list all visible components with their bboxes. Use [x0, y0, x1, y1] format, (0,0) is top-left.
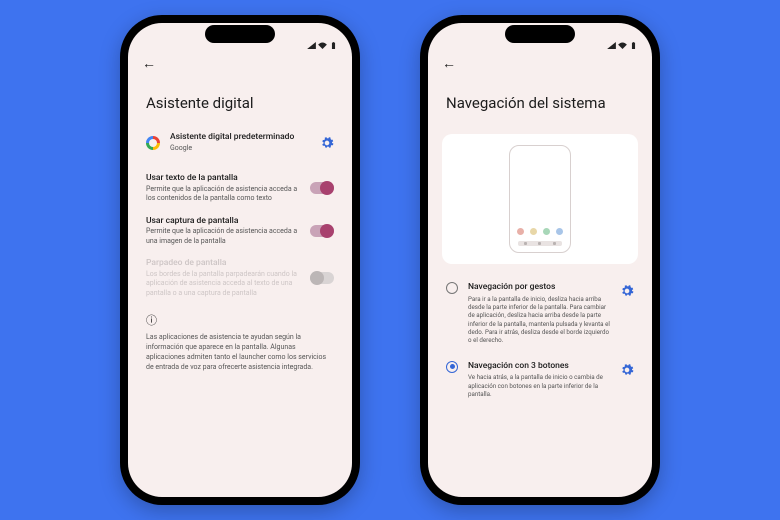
- google-icon: [146, 136, 160, 150]
- dot-icon: [530, 228, 537, 235]
- notch: [505, 25, 575, 43]
- use-text-row[interactable]: Usar texto de la pantalla Permite que la…: [128, 167, 352, 210]
- gesture-desc: Para ir a la pantalla de inicio, desliza…: [468, 295, 610, 345]
- use-capture-toggle[interactable]: [310, 225, 334, 237]
- use-text-toggle[interactable]: [310, 182, 334, 194]
- gesture-radio[interactable]: [446, 282, 458, 294]
- use-text-label: Usar texto de la pantalla: [146, 173, 300, 184]
- page-title: Navegación del sistema: [428, 72, 652, 126]
- info-icon: ⓘ: [146, 314, 157, 327]
- use-text-desc: Permite que la aplicación de asistencia …: [146, 185, 300, 204]
- gear-icon[interactable]: [320, 136, 334, 150]
- gear-icon[interactable]: [620, 284, 634, 298]
- use-capture-desc: Permite que la aplicación de asistencia …: [146, 227, 300, 246]
- screen-flash-toggle: [310, 272, 334, 284]
- three-button-nav-option[interactable]: Navegación con 3 botones Ve hacia atrás,…: [428, 353, 652, 407]
- battery-icon: [329, 42, 338, 49]
- screen-flash-label: Parpadeo de pantalla: [146, 258, 300, 269]
- dot-icon: [517, 228, 524, 235]
- use-capture-row[interactable]: Usar captura de pantalla Permite que la …: [128, 210, 352, 253]
- mini-phone-icon: [509, 145, 571, 253]
- info-row: ⓘ: [128, 304, 352, 328]
- mini-navbar-icon: [518, 241, 562, 246]
- dot-icon: [543, 228, 550, 235]
- default-assistant-value: Google: [170, 144, 310, 153]
- back-button[interactable]: ←: [442, 56, 456, 72]
- nav-illustration: [428, 126, 652, 274]
- gesture-label: Navegación por gestos: [468, 282, 610, 293]
- signal-icon: [307, 42, 316, 49]
- screen-flash-desc: Los bordes de la pantalla parpadearán cu…: [146, 270, 300, 298]
- default-assistant-label: Asistente digital predeterminado: [170, 132, 310, 143]
- three-button-label: Navegación con 3 botones: [468, 361, 610, 372]
- gear-icon[interactable]: [620, 363, 634, 377]
- battery-icon: [629, 42, 638, 49]
- default-assistant-row[interactable]: Asistente digital predeterminado Google: [128, 126, 352, 159]
- gesture-nav-option[interactable]: Navegación por gestos Para ir a la panta…: [428, 274, 652, 353]
- screen-flash-row: Parpadeo de pantalla Los bordes de la pa…: [128, 252, 352, 304]
- phone-left: ← Asistente digital Asistente digital pr…: [120, 15, 360, 505]
- screen-left: ← Asistente digital Asistente digital pr…: [128, 23, 352, 497]
- wifi-icon: [618, 42, 627, 49]
- phone-right: ← Navegación del sistema Navegación: [420, 15, 660, 505]
- screen-right: ← Navegación del sistema Navegación: [428, 23, 652, 497]
- notch: [205, 25, 275, 43]
- back-button[interactable]: ←: [142, 56, 156, 72]
- wifi-icon: [318, 42, 327, 49]
- three-button-desc: Ve hacia atrás, a la pantalla de inicio …: [468, 373, 610, 398]
- signal-icon: [607, 42, 616, 49]
- three-button-radio[interactable]: [446, 361, 458, 373]
- use-capture-label: Usar captura de pantalla: [146, 216, 300, 227]
- page-title: Asistente digital: [128, 72, 352, 126]
- dot-icon: [556, 228, 563, 235]
- info-text: Las aplicaciones de asistencia te ayudan…: [128, 328, 352, 373]
